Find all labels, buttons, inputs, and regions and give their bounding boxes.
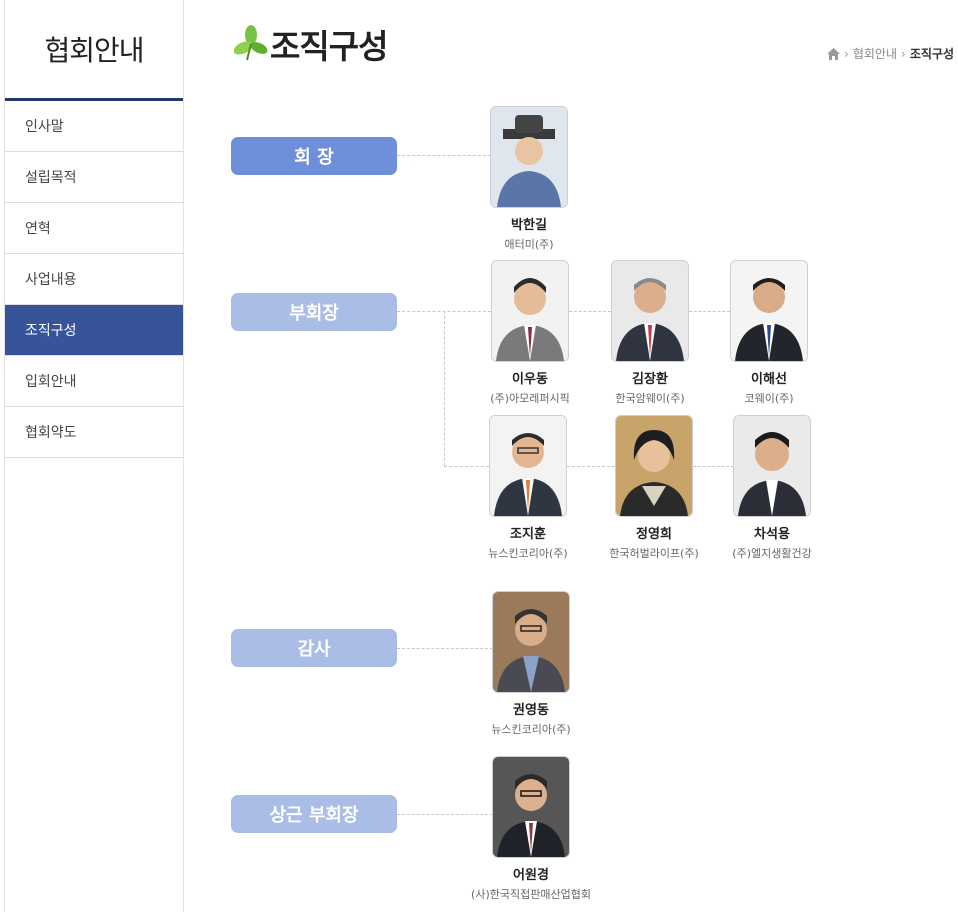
person-company: (주)아모레퍼시픽	[490, 392, 570, 405]
connector-line	[444, 311, 445, 466]
chevron-right-icon: ›	[844, 46, 849, 61]
person-card: 이우동 (주)아모레퍼시픽	[465, 260, 595, 406]
person-card: 이해선 코웨이(주)	[704, 260, 834, 406]
person-card: 차석용 (주)엘지생활건강	[707, 415, 837, 561]
role-standing-vice-chairman: 상근 부회장	[231, 795, 397, 833]
person-name: 박한길	[511, 218, 547, 233]
person-photo	[611, 260, 689, 362]
person-card: 김장환 한국암웨이(주)	[585, 260, 715, 406]
sidebar-item-purpose[interactable]: 설립목적	[5, 152, 183, 203]
person-company: (사)한국직접판매산업협회	[471, 888, 591, 901]
person-company: 뉴스킨코리아(주)	[488, 547, 568, 560]
person-photo	[491, 260, 569, 362]
home-icon[interactable]	[827, 47, 841, 60]
chevron-right-icon: ›	[901, 46, 906, 61]
person-photo	[730, 260, 808, 362]
person-name: 이해선	[751, 372, 787, 387]
breadcrumb: › 협회안내 › 조직구성	[827, 45, 954, 62]
breadcrumb-current: 조직구성	[909, 47, 954, 61]
role-auditor: 감사	[231, 629, 397, 667]
person-photo	[492, 756, 570, 858]
sidebar-item-business[interactable]: 사업내용	[5, 254, 183, 305]
sidebar-item-membership[interactable]: 입회안내	[5, 356, 183, 407]
person-card: 권영동 뉴스킨코리아(주)	[466, 591, 596, 737]
breadcrumb-parent[interactable]: 협회안내	[853, 45, 897, 62]
sidebar-item-history[interactable]: 연혁	[5, 203, 183, 254]
person-photo	[492, 591, 570, 693]
person-name: 정영희	[636, 527, 672, 542]
page-title: 조직구성	[234, 20, 388, 68]
person-company: 코웨이(주)	[744, 392, 794, 405]
person-company: 애터미(주)	[504, 238, 554, 251]
person-card: 조지훈 뉴스킨코리아(주)	[463, 415, 593, 561]
role-vice-chairman: 부회장	[231, 293, 397, 331]
sidebar-nav: 협회안내 인사말 설립목적 연혁 사업내용 조직구성 입회안내 협회약도	[4, 0, 184, 912]
person-photo	[733, 415, 811, 517]
leaf-icon	[234, 25, 268, 61]
person-card: 어원경 (사)한국직접판매산업협회	[466, 756, 596, 902]
person-photo	[490, 106, 568, 208]
person-company: 뉴스킨코리아(주)	[491, 723, 571, 736]
sidebar-item-organization[interactable]: 조직구성	[5, 305, 183, 356]
role-chairman: 회 장	[231, 137, 397, 175]
person-name: 조지훈	[510, 527, 546, 542]
sidebar-title: 협회안내	[5, 0, 183, 101]
sidebar-item-greeting[interactable]: 인사말	[5, 101, 183, 152]
person-card: 정영희 한국허벌라이프(주)	[589, 415, 719, 561]
person-company: 한국암웨이(주)	[615, 392, 685, 405]
person-name: 차석용	[754, 527, 790, 542]
person-company: 한국허벌라이프(주)	[609, 547, 699, 560]
sidebar-item-location[interactable]: 협회약도	[5, 407, 183, 458]
page-title-text: 조직구성	[270, 27, 388, 66]
person-company: (주)엘지생활건강	[732, 547, 812, 560]
person-name: 어원경	[513, 868, 549, 883]
person-photo	[615, 415, 693, 517]
person-name: 김장환	[632, 372, 668, 387]
person-photo	[489, 415, 567, 517]
person-name: 권영동	[513, 703, 549, 718]
person-card: 박한길 애터미(주)	[464, 106, 594, 252]
person-name: 이우동	[512, 372, 548, 387]
